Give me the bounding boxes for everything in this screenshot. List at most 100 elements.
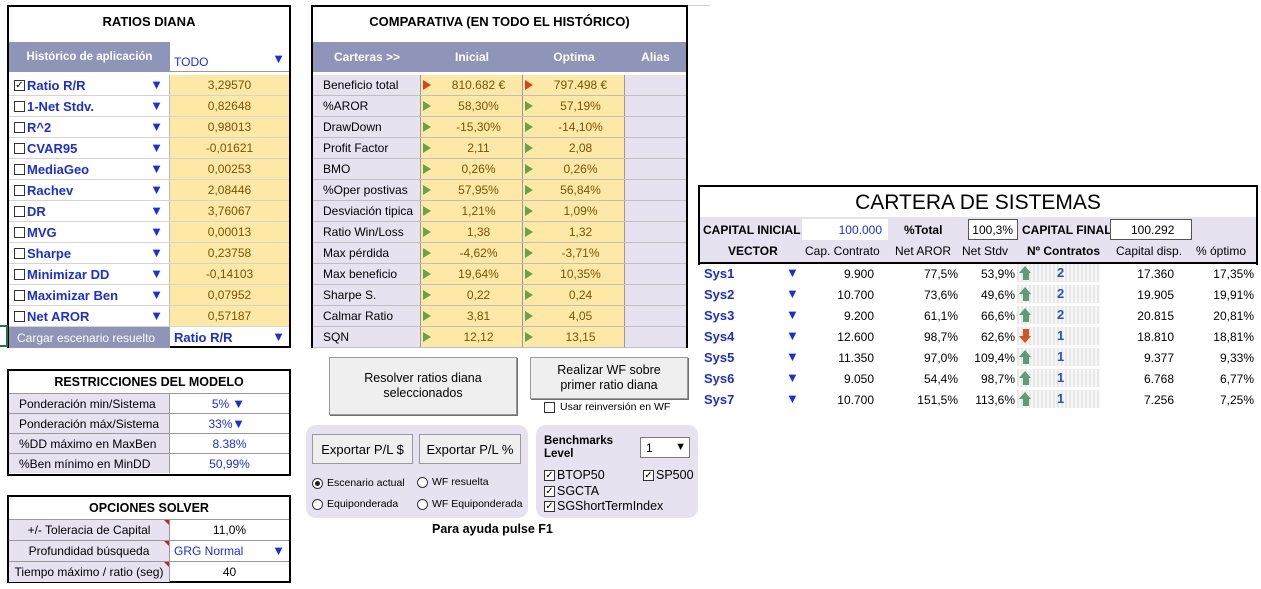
cargar-dropdown-icon[interactable]: ▼ — [272, 329, 285, 344]
dropdown-triangle-icon[interactable]: ▼ — [232, 396, 245, 411]
bench-sgshortterm[interactable]: ✓ SGShortTermIndex — [544, 499, 663, 513]
system-name[interactable]: Sys6 — [704, 371, 734, 386]
dropdown-triangle-icon[interactable]: ▼ — [150, 140, 163, 155]
checkbox-checked-icon[interactable]: ✓ — [14, 79, 25, 91]
comparativa-optima: -3,71% — [523, 243, 625, 263]
checkbox-empty-icon[interactable] — [14, 268, 25, 280]
bench-sgcta[interactable]: ✓ SGCTA — [544, 484, 599, 498]
radio-escenario-actual[interactable]: Escenario actual — [312, 477, 405, 489]
historico-select[interactable]: TODO ▼ — [170, 42, 289, 72]
radio-equiponderada[interactable]: Equiponderada — [312, 498, 398, 510]
historico-dropdown-icon[interactable]: ▼ — [272, 51, 285, 66]
dropdown-triangle-icon[interactable]: ▼ — [150, 77, 163, 92]
comparativa-inicial-value: 2,11 — [467, 141, 490, 155]
checkbox-empty-icon[interactable] — [14, 142, 25, 154]
ratio-label-cell[interactable]: ✓ Ratio R/R ▼ — [9, 75, 170, 95]
dropdown-triangle-icon[interactable]: ▼ — [150, 308, 163, 323]
dropdown-triangle-icon[interactable]: ▼ — [150, 161, 163, 176]
dropdown-triangle-icon[interactable]: ▼ — [150, 98, 163, 113]
checkbox-empty-icon[interactable] — [14, 310, 25, 322]
checkbox-empty-icon[interactable] — [14, 205, 25, 217]
radio-wf-resuelta[interactable]: WF resuelta — [417, 476, 489, 488]
system-name[interactable]: Sys2 — [704, 287, 734, 302]
system-name[interactable]: Sys4 — [704, 329, 734, 344]
system-name[interactable]: Sys3 — [704, 308, 734, 323]
comparativa-alias[interactable] — [625, 222, 686, 242]
dropdown-triangle-icon[interactable]: ▼ — [232, 416, 245, 431]
solver-value[interactable]: 40 — [170, 562, 289, 582]
dropdown-triangle-icon[interactable]: ▼ — [786, 391, 799, 406]
exportar-pct-button[interactable]: Exportar P/L % — [419, 434, 521, 464]
realizar-wf-button[interactable]: Realizar WF sobre primer ratio diana — [530, 357, 688, 399]
ratio-label-cell[interactable]: Minimizar DD ▼ — [9, 264, 170, 284]
dropdown-triangle-icon[interactable]: ▼ — [786, 265, 799, 280]
dropdown-triangle-icon[interactable]: ▼ — [786, 307, 799, 322]
dropdown-triangle-icon[interactable]: ▼ — [272, 543, 285, 558]
dropdown-triangle-icon[interactable]: ▼ — [786, 370, 799, 385]
ratio-label-cell[interactable]: DR ▼ — [9, 201, 170, 221]
comparativa-alias[interactable] — [625, 306, 686, 326]
radio-wf-equiponderada[interactable]: WF Equiponderada — [417, 498, 522, 510]
checkbox-empty-icon[interactable] — [14, 247, 25, 259]
restriccion-value[interactable]: 50,99% — [170, 454, 289, 473]
restriccion-value[interactable]: 33% ▼ — [170, 414, 289, 433]
checkbox-empty-icon[interactable] — [14, 226, 25, 238]
bench-sp500[interactable]: ✓ SP500 — [643, 468, 694, 482]
comparativa-alias[interactable] — [625, 159, 686, 179]
system-name[interactable]: Sys1 — [704, 266, 734, 281]
comparativa-inicial: 57,95% — [421, 180, 523, 200]
ratio-label-cell[interactable]: Rachev ▼ — [9, 180, 170, 200]
checkbox-empty-icon[interactable] — [14, 121, 25, 133]
dropdown-triangle-icon[interactable]: ▼ — [150, 287, 163, 302]
bench-btop50[interactable]: ✓ BTOP50 — [544, 468, 605, 482]
dropdown-triangle-icon[interactable]: ▼ — [150, 119, 163, 134]
comparativa-alias[interactable] — [625, 96, 686, 116]
dropdown-triangle-icon[interactable]: ▼ — [150, 203, 163, 218]
dropdown-triangle-icon[interactable]: ▼ — [786, 328, 799, 343]
comparativa-alias[interactable] — [625, 327, 686, 347]
exportar-eur-button[interactable]: Exportar P/L $ — [312, 434, 413, 464]
checkbox-empty-icon[interactable] — [14, 163, 25, 175]
dropdown-triangle-icon[interactable]: ▼ — [786, 349, 799, 364]
checkbox-empty-icon[interactable] — [14, 100, 25, 112]
benchmarks-level-select[interactable]: 1 ▼ — [640, 437, 690, 458]
system-cap-contrato: 10.700 — [837, 393, 874, 407]
comparativa-alias[interactable] — [625, 243, 686, 263]
system-name[interactable]: Sys5 — [704, 350, 734, 365]
resolver-ratios-button[interactable]: Resolver ratios diana seleccionados — [329, 357, 517, 415]
ratio-label-cell[interactable]: R^2 ▼ — [9, 117, 170, 137]
ratio-label: Sharpe — [27, 245, 72, 261]
comparativa-alias[interactable] — [625, 75, 686, 95]
dropdown-triangle-icon[interactable]: ▼ — [150, 245, 163, 260]
solver-value[interactable]: GRG Normal ▼ — [170, 541, 289, 561]
ratio-label-cell[interactable]: MVG ▼ — [9, 222, 170, 242]
checkbox-empty-icon[interactable] — [14, 184, 25, 196]
ratio-label-cell[interactable]: MediaGeo ▼ — [9, 159, 170, 179]
dropdown-triangle-icon[interactable]: ▼ — [786, 286, 799, 301]
dropdown-triangle-icon[interactable]: ▼ — [150, 224, 163, 239]
comparativa-alias[interactable] — [625, 138, 686, 158]
reinversion-checkbox[interactable]: Usar reinversión en WF — [544, 401, 670, 413]
comparativa-alias[interactable] — [625, 285, 686, 305]
comparativa-alias[interactable] — [625, 117, 686, 137]
ratio-label-cell[interactable]: CVAR95 ▼ — [9, 138, 170, 158]
system-name[interactable]: Sys7 — [704, 392, 734, 407]
dropdown-triangle-icon[interactable]: ▼ — [150, 182, 163, 197]
comparativa-alias[interactable] — [625, 180, 686, 200]
ratio-label-cell[interactable]: Maximizar Ben ▼ — [9, 285, 170, 305]
dropdown-triangle-icon[interactable]: ▼ — [150, 266, 163, 281]
cargar-escenario-select[interactable]: Ratio R/R ▼ — [170, 327, 289, 348]
ratio-label-cell[interactable]: Net AROR ▼ — [9, 306, 170, 326]
chevron-down-icon[interactable]: ▼ — [675, 441, 686, 453]
checkbox-empty-icon[interactable] — [14, 289, 25, 301]
restriccion-value[interactable]: 8.38% — [170, 434, 289, 453]
solver-value[interactable]: 11,0% — [170, 520, 289, 540]
capital-inicial-field[interactable]: 100.000 — [802, 219, 888, 240]
comparativa-alias[interactable] — [625, 264, 686, 284]
solver-label: +/- Toleracia de Capital — [9, 520, 170, 540]
comparativa-alias[interactable] — [625, 201, 686, 221]
ratio-label-cell[interactable]: 1-Net Stdv. ▼ — [9, 96, 170, 116]
ratio-label-cell[interactable]: Sharpe ▼ — [9, 243, 170, 263]
restriccion-value[interactable]: 5% ▼ — [170, 394, 289, 413]
ratio-value: 0,23758 — [170, 243, 289, 263]
